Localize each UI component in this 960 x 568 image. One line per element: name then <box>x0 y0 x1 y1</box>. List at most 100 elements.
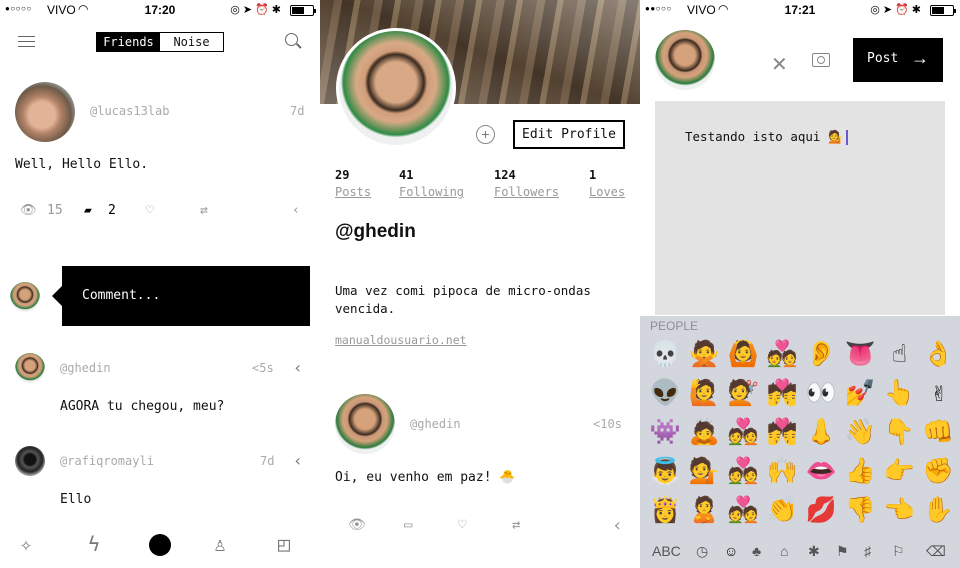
backspace-icon[interactable]: ⌫ <box>926 543 946 560</box>
emoji-key[interactable]: 💀 <box>646 334 685 373</box>
emoji-key[interactable]: 🙎 <box>685 490 724 529</box>
stat-label[interactable]: Following <box>399 185 464 199</box>
emoji-key[interactable]: 🙆 <box>724 334 763 373</box>
menu-icon[interactable] <box>18 36 35 51</box>
emoji-key[interactable]: 👍 <box>841 451 880 490</box>
person-icon[interactable]: ♙ <box>214 532 226 556</box>
post-username[interactable]: @lucas13lab <box>90 104 169 118</box>
recent-icon[interactable]: ◷ <box>696 543 708 560</box>
eye-icon[interactable]: 👁︎ <box>348 517 366 533</box>
emoji-key[interactable]: 💑 <box>724 412 763 451</box>
eye-icon[interactable]: 👁︎ <box>20 203 37 218</box>
emoji-key[interactable]: 💁 <box>685 451 724 490</box>
edit-profile-button[interactable]: Edit Profile <box>513 120 625 149</box>
emoji-key[interactable]: 👊 <box>919 412 958 451</box>
heart-icon[interactable]: ♡ <box>146 203 154 218</box>
emoji-key[interactable]: 👸 <box>646 490 685 529</box>
bell-icon[interactable]: ⌂ <box>780 543 788 559</box>
repost-icon[interactable]: ⇄ <box>512 517 520 533</box>
comment-text: Ello <box>60 492 92 507</box>
sparkles-icon[interactable]: ✧ <box>20 532 32 556</box>
smiley-icon[interactable]: ☺ <box>724 543 738 559</box>
stat-posts[interactable]: 29 Posts <box>335 168 371 199</box>
party-icon[interactable]: ✱ <box>808 543 820 560</box>
post-username[interactable]: @ghedin <box>410 417 461 431</box>
heart-icon[interactable]: ♡ <box>458 517 466 533</box>
close-icon[interactable]: ✕ <box>771 52 788 77</box>
comment-icon[interactable]: ▭ <box>404 517 412 533</box>
emoji-key[interactable]: 👂 <box>802 334 841 373</box>
avatar[interactable] <box>15 353 45 383</box>
lightning-icon[interactable]: ϟ <box>88 532 100 556</box>
stat-label[interactable]: Loves <box>589 185 625 199</box>
profile-link[interactable]: manualdousuario.net <box>335 333 467 347</box>
emoji-key[interactable]: 💏 <box>763 373 802 412</box>
emoji-key[interactable]: 💑 <box>763 334 802 373</box>
plus-icon[interactable]: + <box>476 125 495 144</box>
chevron-left-icon[interactable]: ‹ <box>293 451 303 470</box>
emoji-key[interactable]: 👀 <box>802 373 841 412</box>
chevron-left-icon[interactable]: ‹ <box>293 358 303 377</box>
emoji-key[interactable]: 👃 <box>802 412 841 451</box>
emoji-key[interactable]: 👾 <box>646 412 685 451</box>
emoji-key[interactable]: 👎 <box>841 490 880 529</box>
profile-bio: Uma vez comi pipoca de micro-ondas venci… <box>335 283 591 316</box>
comment-username[interactable]: @rafiqromayli <box>60 454 154 468</box>
editor-text[interactable]: Testando isto aqui 💁 <box>685 129 848 145</box>
chevron-left-icon[interactable]: ‹ <box>292 203 300 218</box>
avatar[interactable] <box>15 446 45 476</box>
stat-followers[interactable]: 124 Followers <box>494 168 559 199</box>
discover-icon[interactable]: ◰ <box>278 532 290 556</box>
emoji-key[interactable]: 👆 <box>880 373 919 412</box>
comment-icon[interactable]: ▰ <box>84 203 92 218</box>
comment-input[interactable]: Comment... <box>52 266 310 326</box>
emoji-key[interactable]: 💑 <box>724 490 763 529</box>
emoji-key[interactable]: ✊ <box>919 451 958 490</box>
emoji-key[interactable]: 👇 <box>880 412 919 451</box>
emoji-key[interactable]: ✌ <box>919 373 958 412</box>
emoji-key[interactable]: 👄 <box>802 451 841 490</box>
avatar[interactable] <box>15 82 75 142</box>
emoji-key[interactable]: 🙅 <box>685 334 724 373</box>
emoji-key[interactable]: 👼 <box>646 451 685 490</box>
emoji-key[interactable]: 💇 <box>724 373 763 412</box>
emoji-key[interactable]: 👽 <box>646 373 685 412</box>
post-editor[interactable]: Testando isto aqui 💁 <box>655 101 945 315</box>
post-button[interactable]: Post → <box>853 38 943 82</box>
emoji-key[interactable]: 🙇 <box>685 412 724 451</box>
emoji-key[interactable]: 👏 <box>763 490 802 529</box>
stat-label[interactable]: Followers <box>494 185 559 199</box>
emoji-key[interactable]: 👌 <box>919 334 958 373</box>
emoji-key[interactable]: 🙋 <box>685 373 724 412</box>
abc-key[interactable]: ABC <box>652 543 681 559</box>
emoji-key[interactable]: 👅 <box>841 334 880 373</box>
search-icon[interactable] <box>285 33 298 46</box>
emoji-key[interactable]: 👈 <box>880 490 919 529</box>
emoji-key[interactable]: 👋 <box>841 412 880 451</box>
emoji-key[interactable]: ✋ <box>919 490 958 529</box>
stat-following[interactable]: 41 Following <box>399 168 464 199</box>
camera-icon[interactable] <box>812 53 830 67</box>
avatar[interactable] <box>335 394 395 454</box>
car-icon[interactable]: ⚑ <box>836 543 849 560</box>
tab-friends[interactable]: Friends <box>97 33 160 51</box>
stream-toggle[interactable]: Friends Noise <box>96 32 224 52</box>
repost-icon[interactable]: ⇄ <box>200 203 208 218</box>
tab-noise[interactable]: Noise <box>160 33 223 51</box>
emoji-key[interactable]: 💋 <box>802 490 841 529</box>
comment-age: 7d <box>260 454 275 468</box>
emoji-key[interactable]: 💅 <box>841 373 880 412</box>
comment-username[interactable]: @ghedin <box>60 361 111 375</box>
emoji-key[interactable]: 💏 <box>763 412 802 451</box>
omnibar-dot-icon[interactable] <box>149 534 171 556</box>
symbols-icon[interactable]: ♯ <box>864 543 871 559</box>
emoji-key[interactable]: 👉 <box>880 451 919 490</box>
tree-icon[interactable]: ♣ <box>752 543 761 559</box>
emoji-key[interactable]: ☝ <box>880 334 919 373</box>
emoji-key[interactable]: 🙌 <box>763 451 802 490</box>
flag-icon[interactable]: ⚐ <box>892 543 905 560</box>
chevron-left-icon[interactable]: ‹ <box>612 515 623 536</box>
emoji-key[interactable]: 💑 <box>724 451 763 490</box>
stat-label[interactable]: Posts <box>335 185 371 199</box>
stat-loves[interactable]: 1 Loves <box>589 168 625 199</box>
